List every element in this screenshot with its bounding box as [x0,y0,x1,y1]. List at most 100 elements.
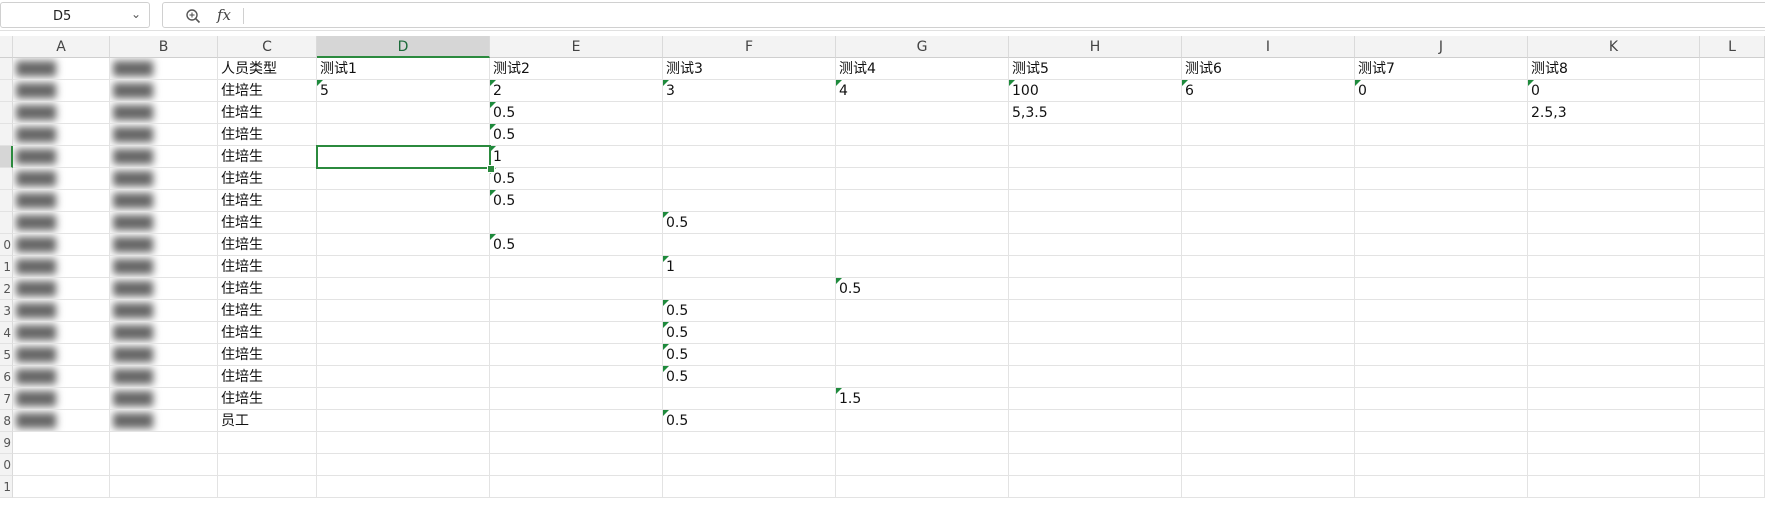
cell-b[interactable] [110,476,218,498]
cell-c[interactable]: 住培生 [218,366,317,388]
cell-g[interactable]: 测试4 [836,58,1009,80]
column-header-l[interactable]: L [1700,36,1765,58]
cell-g[interactable]: 4 [836,80,1009,102]
cell-j[interactable]: 测试7 [1355,58,1528,80]
cell-g[interactable] [836,256,1009,278]
cell-a[interactable]: ████ [13,212,110,234]
cell-i[interactable] [1182,300,1355,322]
cell-g[interactable] [836,454,1009,476]
cell-g[interactable] [836,322,1009,344]
column-header-b[interactable]: B [110,36,218,58]
row-header[interactable]: 0 [0,454,13,476]
cell-c[interactable]: 住培生 [218,388,317,410]
cell-e[interactable]: 0.5 [490,124,663,146]
cell-k[interactable] [1528,190,1700,212]
cell-l[interactable] [1700,278,1765,300]
cell-c[interactable]: 人员类型 [218,58,317,80]
cell-b[interactable] [110,454,218,476]
cell-e[interactable] [490,278,663,300]
cell-j[interactable] [1355,190,1528,212]
cell-c[interactable]: 住培生 [218,80,317,102]
cell-b[interactable]: ████ [110,80,218,102]
cell-k[interactable] [1528,146,1700,168]
cell-k[interactable] [1528,388,1700,410]
cell-d[interactable] [317,344,490,366]
cell-e[interactable] [490,344,663,366]
cell-f[interactable] [663,388,836,410]
cell-b[interactable]: ████ [110,322,218,344]
cell-f[interactable]: 0.5 [663,410,836,432]
cell-k[interactable] [1528,366,1700,388]
cell-e[interactable] [490,454,663,476]
row-header[interactable]: 5 [0,344,13,366]
cell-i[interactable] [1182,322,1355,344]
cell-d[interactable] [317,256,490,278]
cell-j[interactable] [1355,344,1528,366]
cell-l[interactable] [1700,344,1765,366]
cell-a[interactable]: ████ [13,80,110,102]
cell-e[interactable] [490,212,663,234]
cell-a[interactable]: ████ [13,58,110,80]
cell-i[interactable] [1182,234,1355,256]
cell-c[interactable]: 住培生 [218,146,317,168]
cell-i[interactable] [1182,256,1355,278]
cell-e[interactable]: 0.5 [490,234,663,256]
cell-i[interactable]: 6 [1182,80,1355,102]
row-header[interactable]: 4 [0,322,13,344]
cell-g[interactable] [836,146,1009,168]
row-header[interactable]: 0 [0,234,13,256]
cell-d[interactable] [317,124,490,146]
cell-j[interactable] [1355,212,1528,234]
column-header-d[interactable]: D [317,36,490,58]
cell-g[interactable] [836,234,1009,256]
cell-g[interactable] [836,476,1009,498]
cell-h[interactable]: 100 [1009,80,1182,102]
cell-h[interactable] [1009,366,1182,388]
column-header-e[interactable]: E [490,36,663,58]
cell-k[interactable]: 2.5,3 [1528,102,1700,124]
cell-j[interactable] [1355,366,1528,388]
cell-h[interactable] [1009,476,1182,498]
row-header[interactable]: 1 [0,256,13,278]
cell-l[interactable] [1700,432,1765,454]
cell-g[interactable]: 1.5 [836,388,1009,410]
cell-i[interactable] [1182,212,1355,234]
cell-i[interactable] [1182,124,1355,146]
cell-k[interactable] [1528,476,1700,498]
cell-i[interactable] [1182,454,1355,476]
cell-i[interactable] [1182,278,1355,300]
cell-j[interactable] [1355,432,1528,454]
cell-c[interactable] [218,454,317,476]
cell-k[interactable] [1528,432,1700,454]
column-header-j[interactable]: J [1355,36,1528,58]
cell-k[interactable] [1528,454,1700,476]
cell-f[interactable] [663,146,836,168]
cell-f[interactable]: 0.5 [663,344,836,366]
cell-a[interactable]: ████ [13,300,110,322]
row-header[interactable]: 1 [0,476,13,498]
cell-e[interactable] [490,432,663,454]
cell-l[interactable] [1700,212,1765,234]
cell-h[interactable] [1009,300,1182,322]
cell-j[interactable] [1355,256,1528,278]
cell-e[interactable]: 0.5 [490,168,663,190]
column-header-i[interactable]: I [1182,36,1355,58]
cell-g[interactable]: 0.5 [836,278,1009,300]
cell-b[interactable]: ████ [110,212,218,234]
cell-k[interactable] [1528,300,1700,322]
cell-d[interactable] [317,102,490,124]
cell-e[interactable] [490,322,663,344]
cell-a[interactable]: ████ [13,388,110,410]
cell-g[interactable] [836,410,1009,432]
row-header[interactable]: 8 [0,410,13,432]
row-header[interactable]: 3 [0,300,13,322]
cell-l[interactable] [1700,410,1765,432]
cell-j[interactable] [1355,102,1528,124]
cell-j[interactable] [1355,234,1528,256]
cell-c[interactable]: 员工 [218,410,317,432]
cell-e[interactable] [490,476,663,498]
cell-k[interactable] [1528,256,1700,278]
cell-f[interactable] [663,190,836,212]
cell-g[interactable] [836,432,1009,454]
cell-b[interactable]: ████ [110,300,218,322]
